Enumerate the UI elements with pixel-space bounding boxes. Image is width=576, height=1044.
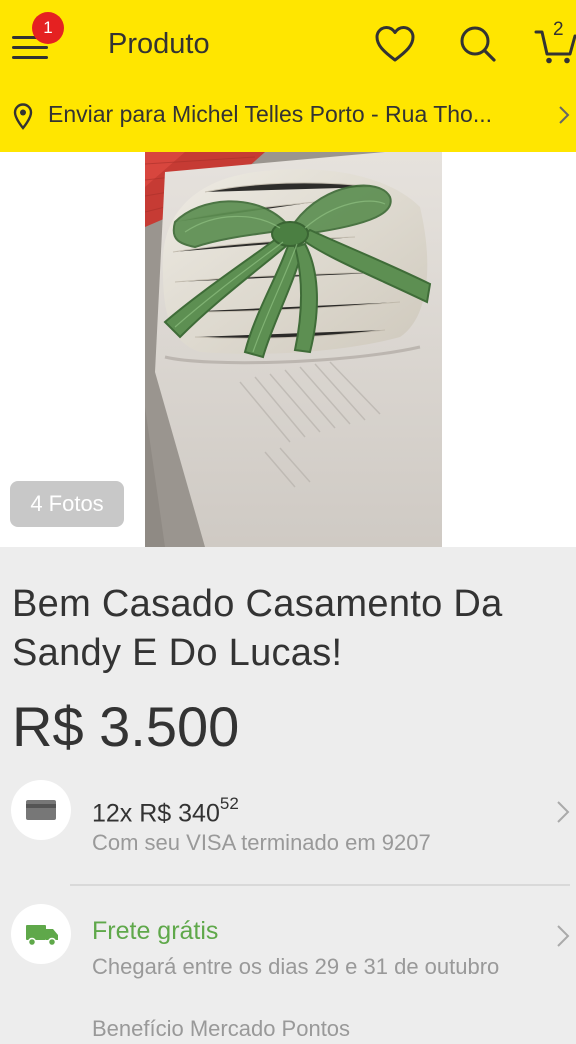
chevron-right-icon [557,925,570,947]
shipping-row[interactable]: Frete grátis Chegará entre os dias 29 e … [0,904,576,1041]
free-shipping-label: Frete grátis [92,917,219,945]
installments-text: 12x R$ 34052 [92,794,239,828]
heart-icon[interactable] [371,22,419,66]
divider [70,884,570,886]
mercado-pontos-benefit: Benefício Mercado Pontos [92,1016,351,1041]
credit-card-icon [26,800,56,820]
delivery-truck-icon-circle [11,904,71,964]
card-note: Com seu VISA terminado em 9207 [92,830,431,855]
chevron-right-icon [557,801,570,823]
location-pin-icon [13,103,33,130]
top-header: 1 Produto 2 Enviar para Michel Telles Po… [0,0,576,152]
arrival-estimate: Chegará entre os dias 29 e 31 de outubro [92,954,500,979]
delivery-truck-icon [26,925,58,947]
product-photo[interactable] [145,152,442,547]
chevron-right-icon [559,106,570,124]
product-price: R$ 3.500 [12,695,240,758]
page-title: Produto [108,28,210,60]
product-title: Bem Casado Casamento Da Sandy E Do Lucas… [12,583,503,674]
photo-count-badge[interactable]: 4 Fotos [10,481,124,527]
search-icon[interactable] [454,22,502,66]
notification-badge: 1 [32,12,64,44]
cart-count-badge: 2 [553,19,564,40]
installments-row[interactable]: 12x R$ 34052 Com seu VISA terminado em 9… [0,780,576,880]
shipping-location-text: Enviar para Michel Telles Porto - Rua Th… [48,101,493,127]
shipping-location-bar[interactable]: Enviar para Michel Telles Porto - Rua Th… [0,88,576,140]
credit-card-icon-circle [11,780,71,840]
product-gallery[interactable]: 4 Fotos [0,152,576,547]
